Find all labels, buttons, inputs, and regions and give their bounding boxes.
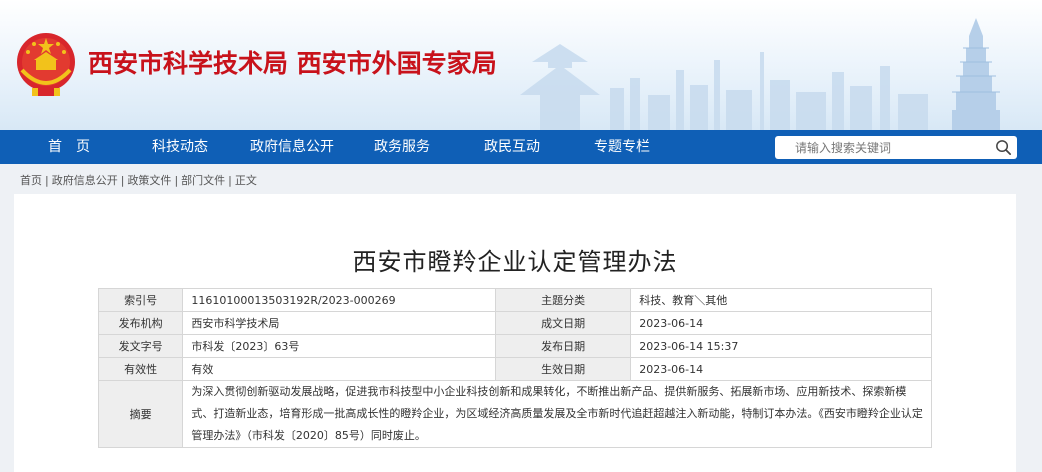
created-date-value: 2023-06-14 xyxy=(630,311,932,335)
issuer-label: 发布机构 xyxy=(97,311,184,335)
nav-item-services[interactable]: 政务服务 xyxy=(374,130,430,164)
breadcrumb-dept-docs[interactable]: 部门文件 xyxy=(181,174,225,187)
category-label: 主题分类 xyxy=(494,288,632,312)
index-label: 索引号 xyxy=(97,288,184,312)
effective-date-value: 2023-06-14 xyxy=(630,357,932,381)
doc-number-value: 市科发〔2023〕63号 xyxy=(182,334,496,358)
index-value: 11610100013503192R/2023-000269 xyxy=(182,288,496,312)
breadcrumb-policy[interactable]: 政策文件 xyxy=(127,174,171,187)
header-banner: 西安市科学技术局 西安市外国专家局 xyxy=(0,0,1042,130)
nav-item-news[interactable]: 科技动态 xyxy=(152,130,208,164)
table-row: 发布机构 西安市科学技术局 成文日期 2023-06-14 xyxy=(97,311,932,335)
table-row: 摘要 为深入贯彻创新驱动发展战略，促进我市科技型中小企业科技创新和成果转化，不断… xyxy=(97,380,932,448)
breadcrumb-home[interactable]: 首页 xyxy=(20,174,42,187)
effective-date-label: 生效日期 xyxy=(494,357,632,381)
table-row: 发文字号 市科发〔2023〕63号 发布日期 2023-06-14 15:37 xyxy=(97,334,932,358)
published-date-label: 发布日期 xyxy=(494,334,632,358)
search-icon[interactable] xyxy=(994,138,1013,157)
abstract-value: 为深入贯彻创新驱动发展战略，促进我市科技型中小企业科技创新和成果转化，不断推出新… xyxy=(182,380,932,448)
content-card: 西安市瞪羚企业认定管理办法 索引号 11610100013503192R/202… xyxy=(14,194,1016,472)
validity-label: 有效性 xyxy=(97,357,184,381)
nav-item-interaction[interactable]: 政民互动 xyxy=(484,130,540,164)
nav-item-gov-info[interactable]: 政府信息公开 xyxy=(250,130,334,164)
nav-item-home[interactable]: 首 页 xyxy=(48,130,90,164)
breadcrumb-current: 正文 xyxy=(234,174,257,187)
main-nav: 首 页 科技动态 政府信息公开 政务服务 政民互动 专题专栏 xyxy=(0,130,1042,164)
nav-item-topics[interactable]: 专题专栏 xyxy=(594,130,650,164)
page-title: 西安市瞪羚企业认定管理办法 xyxy=(352,248,678,276)
table-row: 有效性 有效 生效日期 2023-06-14 xyxy=(97,357,932,381)
breadcrumb: 首页 | 政府信息公开 | 政策文件 | 部门文件 | 正文 xyxy=(20,174,257,187)
issuer-value: 西安市科学技术局 xyxy=(182,311,496,335)
doc-number-label: 发文字号 xyxy=(97,334,184,358)
search-box xyxy=(775,136,1017,159)
national-emblem-icon xyxy=(17,33,75,96)
category-value: 科技、教育＼其他 xyxy=(630,288,932,312)
validity-value: 有效 xyxy=(182,357,496,381)
breadcrumb-gov-info[interactable]: 政府信息公开 xyxy=(52,174,118,187)
site-title: 西安市科学技术局 西安市外国专家局 xyxy=(88,49,497,78)
created-date-label: 成文日期 xyxy=(494,311,632,335)
document-meta-table: 索引号 11610100013503192R/2023-000269 主题分类 … xyxy=(97,288,932,448)
published-date-value: 2023-06-14 15:37 xyxy=(630,334,932,358)
table-row: 索引号 11610100013503192R/2023-000269 主题分类 … xyxy=(97,288,932,312)
search-input[interactable] xyxy=(775,136,985,159)
abstract-label: 摘要 xyxy=(97,380,184,448)
